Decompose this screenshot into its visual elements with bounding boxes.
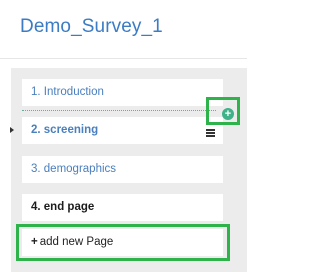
- current-page-arrow-icon: [10, 127, 14, 133]
- page-item-introduction[interactable]: 1. Introduction: [22, 79, 223, 106]
- page-item-demographics[interactable]: 3. demographics: [22, 156, 223, 183]
- page-item-screening[interactable]: 2. screening: [22, 117, 223, 144]
- hamburger-menu-icon[interactable]: [206, 129, 215, 138]
- title-divider: [0, 58, 247, 59]
- page-item-end-page[interactable]: 4. end page: [22, 194, 223, 221]
- plus-circle-icon[interactable]: +: [222, 108, 234, 120]
- add-new-page-label: add new Page: [39, 236, 114, 248]
- add-new-page-button[interactable]: + add new Page: [22, 229, 223, 256]
- plus-icon: +: [31, 236, 38, 248]
- insert-page-indicator: [22, 110, 216, 111]
- survey-title: Demo_Survey_1: [20, 16, 163, 37]
